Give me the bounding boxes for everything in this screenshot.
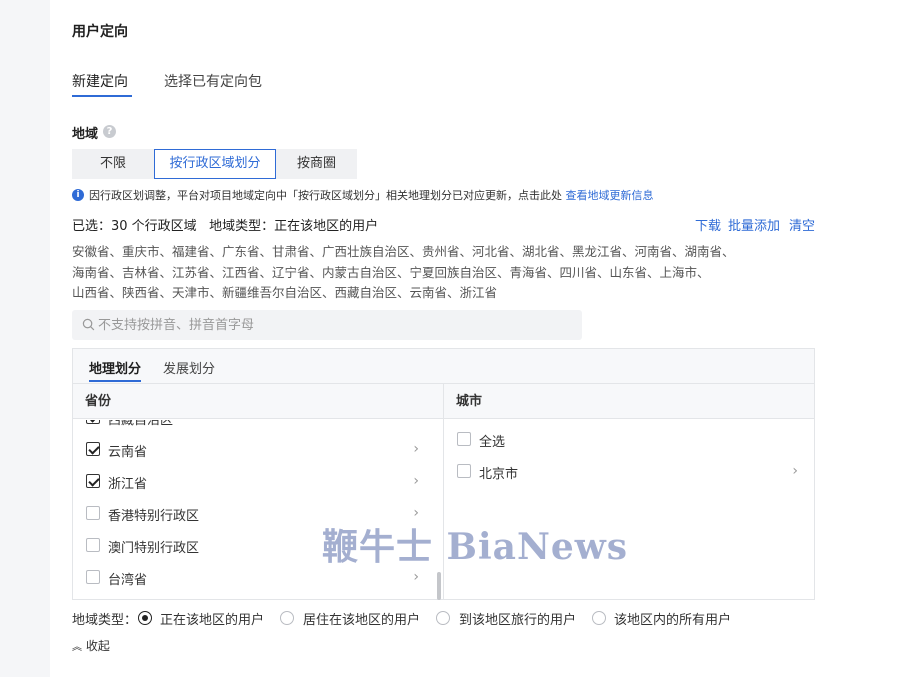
tab-existing-package[interactable]: 选择已有定向包 xyxy=(164,71,262,91)
collapse-button[interactable]: ︽ 收起 xyxy=(72,637,110,654)
mode-unlimited-button[interactable]: 不限 xyxy=(72,149,154,179)
tree-tab-indicator xyxy=(89,380,141,382)
radio-currently-in[interactable] xyxy=(138,611,152,625)
region-type-label: 地域类型： xyxy=(72,613,138,628)
info-icon: i xyxy=(72,189,84,201)
selected-summary: 已选：30 个行政区域 地域类型：正在该地区的用户 xyxy=(72,219,379,234)
province-row[interactable]: 西藏自治区 › xyxy=(73,420,435,433)
province-label: 澳门特别行政区 xyxy=(108,541,200,556)
province-scrollbar[interactable] xyxy=(437,572,441,600)
tab-development[interactable]: 发展划分 xyxy=(163,358,215,377)
region-search xyxy=(72,310,582,340)
city-label: 全选 xyxy=(479,435,506,450)
city-row[interactable]: 北京市 › xyxy=(444,457,814,487)
selected-regions-line: 海南省、吉林省、江苏省、江西省、辽宁省、内蒙古自治区、宁夏回族自治区、青海省、四… xyxy=(72,264,710,280)
selected-regions-line: 安徽省、重庆市、福建省、广东省、甘肃省、广西壮族自治区、贵州省、河北省、湖北省、… xyxy=(72,244,735,259)
province-row[interactable]: 浙江省 › xyxy=(73,467,435,497)
province-checkbox[interactable] xyxy=(86,538,100,552)
province-label: 浙江省 xyxy=(108,477,148,492)
search-input[interactable] xyxy=(98,310,568,340)
radio-traveling[interactable] xyxy=(436,611,450,625)
selected-regions-list: 安徽省、重庆市、福建省、广东省、甘肃省、广西壮族自治区、贵州省、河北省、湖北省、… xyxy=(72,242,735,304)
chevron-right-icon[interactable]: › xyxy=(413,441,419,457)
city-row-select-all[interactable]: 全选 xyxy=(444,425,814,455)
province-label: 云南省 xyxy=(108,445,148,460)
city-header: 城市 xyxy=(444,384,814,419)
province-checkbox[interactable] xyxy=(86,506,100,520)
province-label: 香港特别行政区 xyxy=(108,509,200,524)
province-checkbox[interactable] xyxy=(86,570,100,584)
selected-regions-line: 山西省、陕西省、天津市、新疆维吾尔自治区、西藏自治区、云南省、浙江省 xyxy=(72,285,498,300)
mode-business-district-button[interactable]: 按商圈 xyxy=(276,149,357,179)
active-tab-indicator xyxy=(72,95,132,97)
province-header: 省份 xyxy=(73,384,443,419)
province-checkbox[interactable] xyxy=(86,442,100,456)
radio-label[interactable]: 该地区内的所有用户 xyxy=(614,609,731,628)
batch-add-link[interactable]: 批量添加 xyxy=(728,215,780,234)
region-label: 地域 xyxy=(72,127,99,142)
chevron-right-icon[interactable]: › xyxy=(413,420,419,425)
province-checkbox[interactable] xyxy=(86,474,100,488)
region-update-notice: 因行政区划调整，平台对项目地域定向中「按行政区域划分」相关地理划分已对应更新，点… xyxy=(89,187,654,203)
city-checkbox[interactable] xyxy=(457,464,471,478)
radio-resident[interactable] xyxy=(280,611,294,625)
question-circle-icon[interactable]: ? xyxy=(103,125,116,138)
search-icon xyxy=(82,318,95,331)
notice-text: 因行政区划调整，平台对项目地域定向中「按行政区域划分」相关地理划分已对应更新，点… xyxy=(89,189,562,202)
province-label: 台湾省 xyxy=(108,573,148,588)
radio-label[interactable]: 居住在该地区的用户 xyxy=(303,609,420,628)
province-list[interactable]: 西藏自治区 › 云南省 › 浙江省 › 香港特别行政区 › 澳门特别行政区 xyxy=(73,420,435,600)
download-link[interactable]: 下载 xyxy=(695,215,721,234)
collapse-label: 收起 xyxy=(85,639,110,653)
province-row[interactable]: 云南省 › xyxy=(73,435,435,465)
radio-label[interactable]: 到该地区旅行的用户 xyxy=(459,609,576,628)
view-update-link[interactable]: 查看地域更新信息 xyxy=(566,189,654,202)
city-label: 北京市 xyxy=(479,467,519,482)
chevron-right-icon[interactable]: › xyxy=(413,473,419,489)
province-checkbox[interactable] xyxy=(86,420,100,424)
city-checkbox[interactable] xyxy=(457,432,471,446)
watermark: 鞭牛士 BiaNews xyxy=(322,526,629,568)
section-title: 用户定向 xyxy=(72,24,128,40)
tab-geographic[interactable]: 地理划分 xyxy=(89,358,141,377)
tab-new-targeting[interactable]: 新建定向 xyxy=(72,71,128,91)
radio-all-users[interactable] xyxy=(592,611,606,625)
chevron-up-double-icon: ︽ xyxy=(72,642,82,653)
tree-tabs: 地理划分 发展划分 xyxy=(73,349,814,384)
province-label: 西藏自治区 xyxy=(108,420,174,428)
chevron-right-icon[interactable]: › xyxy=(792,463,798,479)
chevron-right-icon[interactable]: › xyxy=(413,569,419,585)
clear-link[interactable]: 清空 xyxy=(789,215,815,234)
user-targeting-panel: 用户定向 新建定向 选择已有定向包 地域 ? 不限 按行政区域划分 按商圈 i … xyxy=(50,0,921,677)
mode-administrative-button[interactable]: 按行政区域划分 xyxy=(154,149,276,179)
radio-label[interactable]: 正在该地区的用户 xyxy=(160,609,264,628)
